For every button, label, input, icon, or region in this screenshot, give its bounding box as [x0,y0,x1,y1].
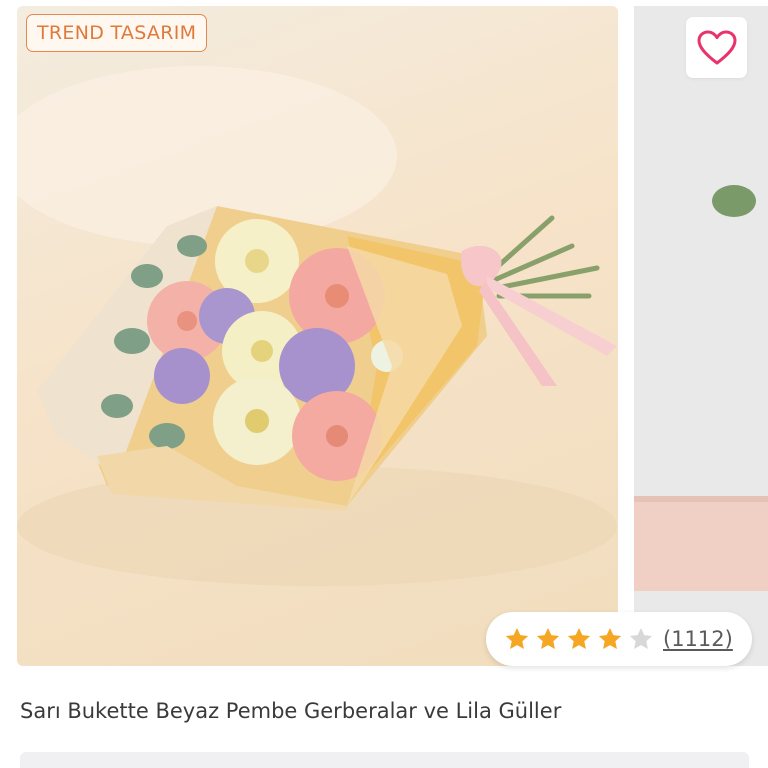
product-image-card[interactable]: TREND TASARIM [17,6,618,666]
favorite-button[interactable] [686,17,747,78]
star-empty-icon [629,627,653,649]
star-filled-icon [567,627,591,649]
next-product-card[interactable] [634,6,768,666]
review-count-link[interactable]: (1112) [663,627,733,651]
heart-icon [697,30,736,64]
next-product-photo [634,6,768,666]
rating-pill: (1112) [486,612,752,666]
star-rating [504,626,654,652]
trend-badge: TREND TASARIM [26,14,208,52]
star-filled-icon [536,627,560,649]
star-filled-icon [598,627,622,649]
bouquet-photo [17,66,617,586]
star-filled-icon [505,627,529,649]
bottom-panel [20,752,749,768]
product-title[interactable]: Sarı Bukette Beyaz Pembe Gerberalar ve L… [20,699,561,723]
